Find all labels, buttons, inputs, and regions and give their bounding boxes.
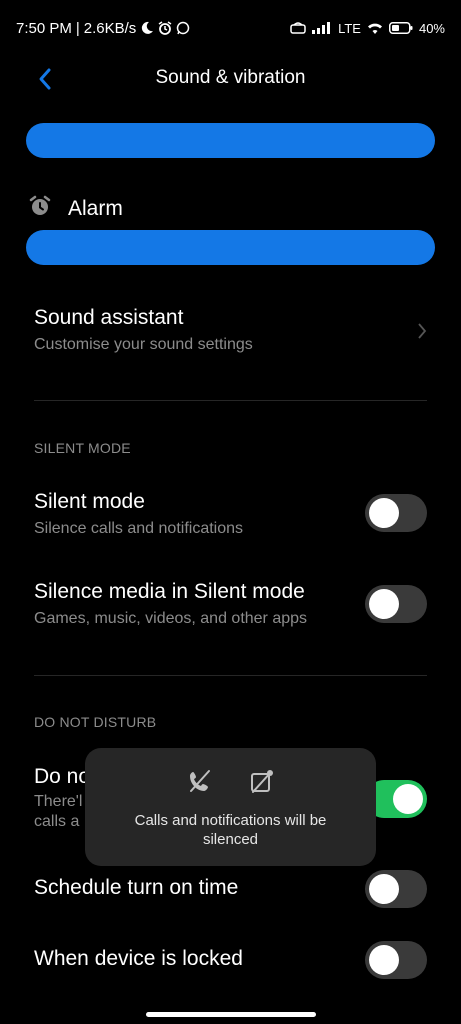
toggle-knob [369, 589, 399, 619]
toggle-knob [393, 784, 423, 814]
sound-assistant-subtitle: Customise your sound settings [34, 336, 253, 353]
toggle-knob [369, 874, 399, 904]
status-right: LTE 40% [290, 21, 445, 36]
phone-muted-icon [187, 768, 213, 799]
battery-icon [388, 22, 413, 34]
home-indicator[interactable] [146, 1012, 316, 1017]
toggle-knob [369, 498, 399, 528]
whatsapp-icon [176, 21, 190, 35]
alarm-volume-label-row: Alarm [28, 194, 123, 223]
sound-assistant-title: Sound assistant [34, 306, 184, 329]
notification-off-icon [249, 768, 275, 799]
section-heading-dnd: DO NOT DISTURB [34, 714, 157, 730]
alarm-icon [28, 194, 52, 223]
dnd-toast: Calls and notifications will be silenced [85, 748, 376, 866]
alarm-label: Alarm [68, 196, 123, 220]
volte-icon [290, 22, 306, 34]
header: Sound & vibration [0, 56, 461, 100]
ringtone-volume-slider[interactable] [26, 123, 435, 158]
page-title: Sound & vibration [155, 67, 306, 88]
chevron-right-icon [417, 322, 427, 345]
network-type: LTE [338, 20, 361, 36]
toggle-knob [369, 945, 399, 975]
moon-icon [140, 21, 154, 35]
status-left: 7:50 PM | 2.6KB/s [16, 20, 190, 37]
back-arrow-icon [39, 68, 51, 90]
wifi-icon [367, 22, 383, 34]
toast-message: Calls and notifications will be silenced [134, 812, 327, 848]
schedule-toggle[interactable] [365, 870, 427, 908]
divider [34, 400, 427, 401]
when-locked-toggle[interactable] [365, 941, 427, 979]
toast-icons [187, 768, 275, 799]
status-bar: 7:50 PM | 2.6KB/s LTE 40% [0, 0, 461, 56]
silent-mode-toggle[interactable] [365, 494, 427, 532]
alarm-volume-slider[interactable] [26, 230, 435, 265]
status-separator: | [75, 19, 80, 37]
back-button[interactable] [30, 64, 60, 94]
signal-icon [312, 22, 332, 34]
battery-percent: 40% [418, 20, 445, 36]
silence-media-toggle[interactable] [365, 585, 427, 623]
divider [34, 675, 427, 676]
sound-assistant-row[interactable]: Sound assistant Customise your sound set… [34, 306, 427, 366]
section-heading-silent: SILENT MODE [34, 440, 131, 456]
status-speed: 2.6KB/s [83, 19, 137, 37]
alarm-clock-icon [158, 21, 172, 35]
status-time: 7:50 PM [16, 19, 72, 37]
